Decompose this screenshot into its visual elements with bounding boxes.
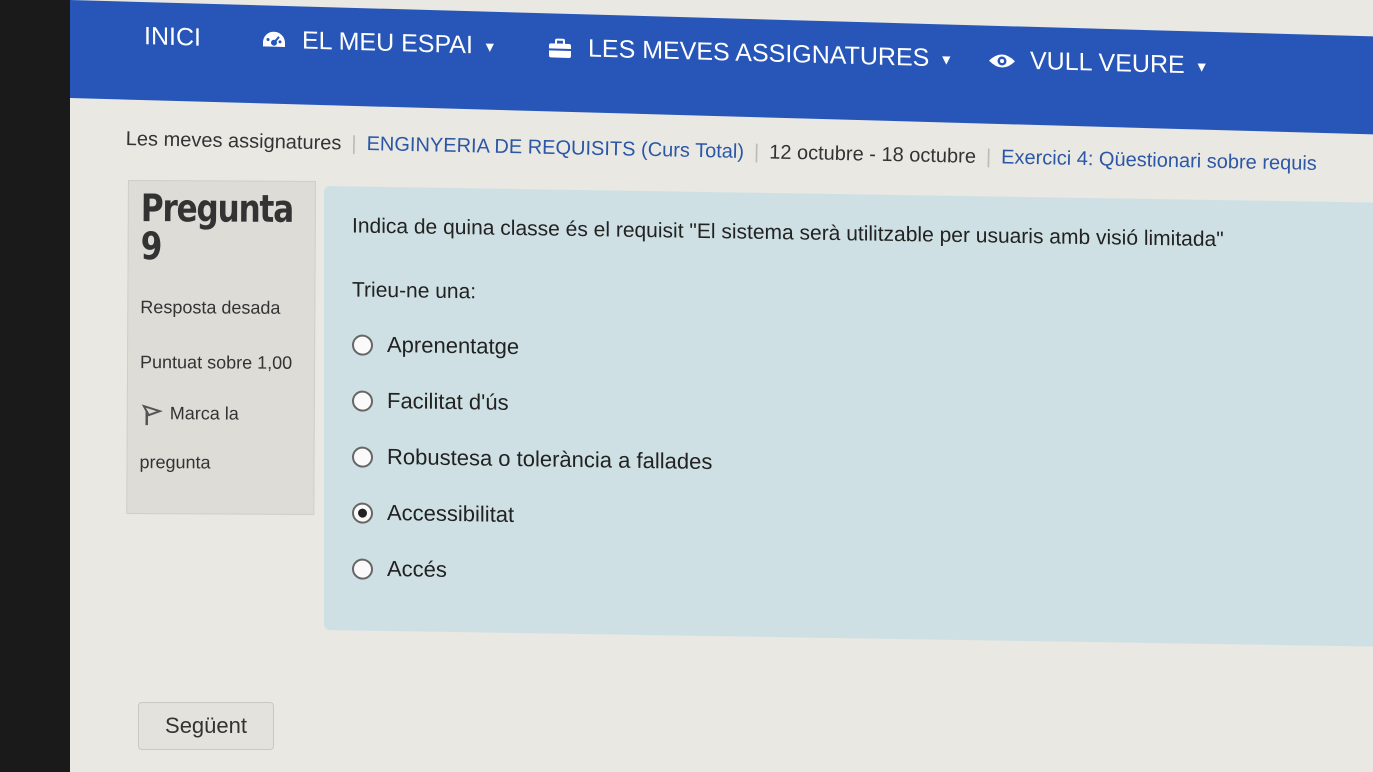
chevron-down-icon: ▼ — [939, 50, 954, 68]
question-info-panel: Pregunta 9 Resposta desada Puntuat sobre… — [126, 180, 316, 515]
radio-button[interactable] — [352, 389, 373, 412]
question-number: 9 — [140, 224, 162, 269]
briefcase-icon — [546, 36, 574, 61]
nav-home-label: INICI — [144, 22, 201, 52]
nav-want-to-see[interactable]: VULL VEURE ▼ — [988, 46, 1209, 81]
flag-label-line1: Marca la — [169, 403, 239, 424]
chevron-down-icon: ▼ — [482, 38, 497, 55]
question-status: Resposta desada — [140, 297, 281, 318]
answer-prompt: Trieu-ne una: — [352, 278, 477, 304]
question-title-word: Pregunta — [140, 186, 294, 231]
option-label: Robustesa o tolerància a fallades — [387, 443, 713, 475]
radio-button[interactable] — [352, 557, 373, 580]
radio-button[interactable] — [352, 445, 373, 468]
answer-options: Aprenentatge Facilitat d'ús Robustesa o … — [352, 316, 1356, 612]
breadcrumb-item-courses[interactable]: Les meves assignatures — [126, 128, 342, 155]
option-label: Accessibilitat — [387, 499, 515, 527]
nav-my-courses[interactable]: LES MEVES ASSIGNATURES ▼ — [546, 33, 953, 73]
option-label: Accés — [387, 555, 447, 582]
dashboard-icon — [260, 28, 288, 53]
flag-question-link[interactable]: Marca la — [140, 403, 302, 433]
question-content: Indica de quina classe és el requisit "E… — [324, 186, 1373, 647]
flag-label-line2[interactable]: pregunta — [139, 452, 301, 474]
radio-button-selected[interactable] — [352, 501, 373, 524]
nav-my-courses-label: LES MEVES ASSIGNATURES — [588, 34, 930, 73]
breadcrumb: Les meves assignatures | ENGINYERIA DE REQ… — [126, 128, 1373, 177]
nav-my-space-label: EL MEU ESPAI — [302, 26, 473, 60]
breadcrumb-item-course[interactable]: ENGINYERIA DE REQUISITS (Curs Total) — [366, 133, 744, 163]
breadcrumb-item-week[interactable]: 12 octubre - 18 octubre — [769, 141, 976, 167]
option-label: Facilitat d'ús — [387, 387, 509, 415]
nav-home[interactable]: INICI — [144, 22, 201, 53]
question-text: Indica de quina classe és el requisit "E… — [352, 214, 1224, 252]
question-title: Pregunta 9 — [140, 186, 294, 269]
breadcrumb-separator: | — [753, 141, 760, 164]
radio-button[interactable] — [352, 333, 373, 356]
option-label: Aprenentatge — [387, 331, 520, 360]
question-score: Puntuat sobre 1,00 — [139, 352, 293, 373]
nav-want-to-see-label: VULL VEURE — [1030, 46, 1185, 80]
flag-icon — [140, 403, 164, 432]
chevron-down-icon: ▼ — [1194, 57, 1209, 75]
top-navbar: INICI EL MEU ESPAI ▼ LES MEVES ASSIGNATU… — [70, 0, 1373, 135]
breadcrumb-separator: | — [985, 146, 992, 169]
eye-icon — [988, 48, 1016, 73]
breadcrumb-item-quiz[interactable]: Exercici 4: Qüestionari sobre requis — [1001, 146, 1317, 175]
next-button[interactable]: Següent — [138, 702, 274, 750]
breadcrumb-separator: | — [351, 132, 357, 155]
nav-my-space[interactable]: EL MEU ESPAI ▼ — [260, 25, 497, 61]
screen: INICI EL MEU ESPAI ▼ LES MEVES ASSIGNATU… — [70, 0, 1373, 772]
